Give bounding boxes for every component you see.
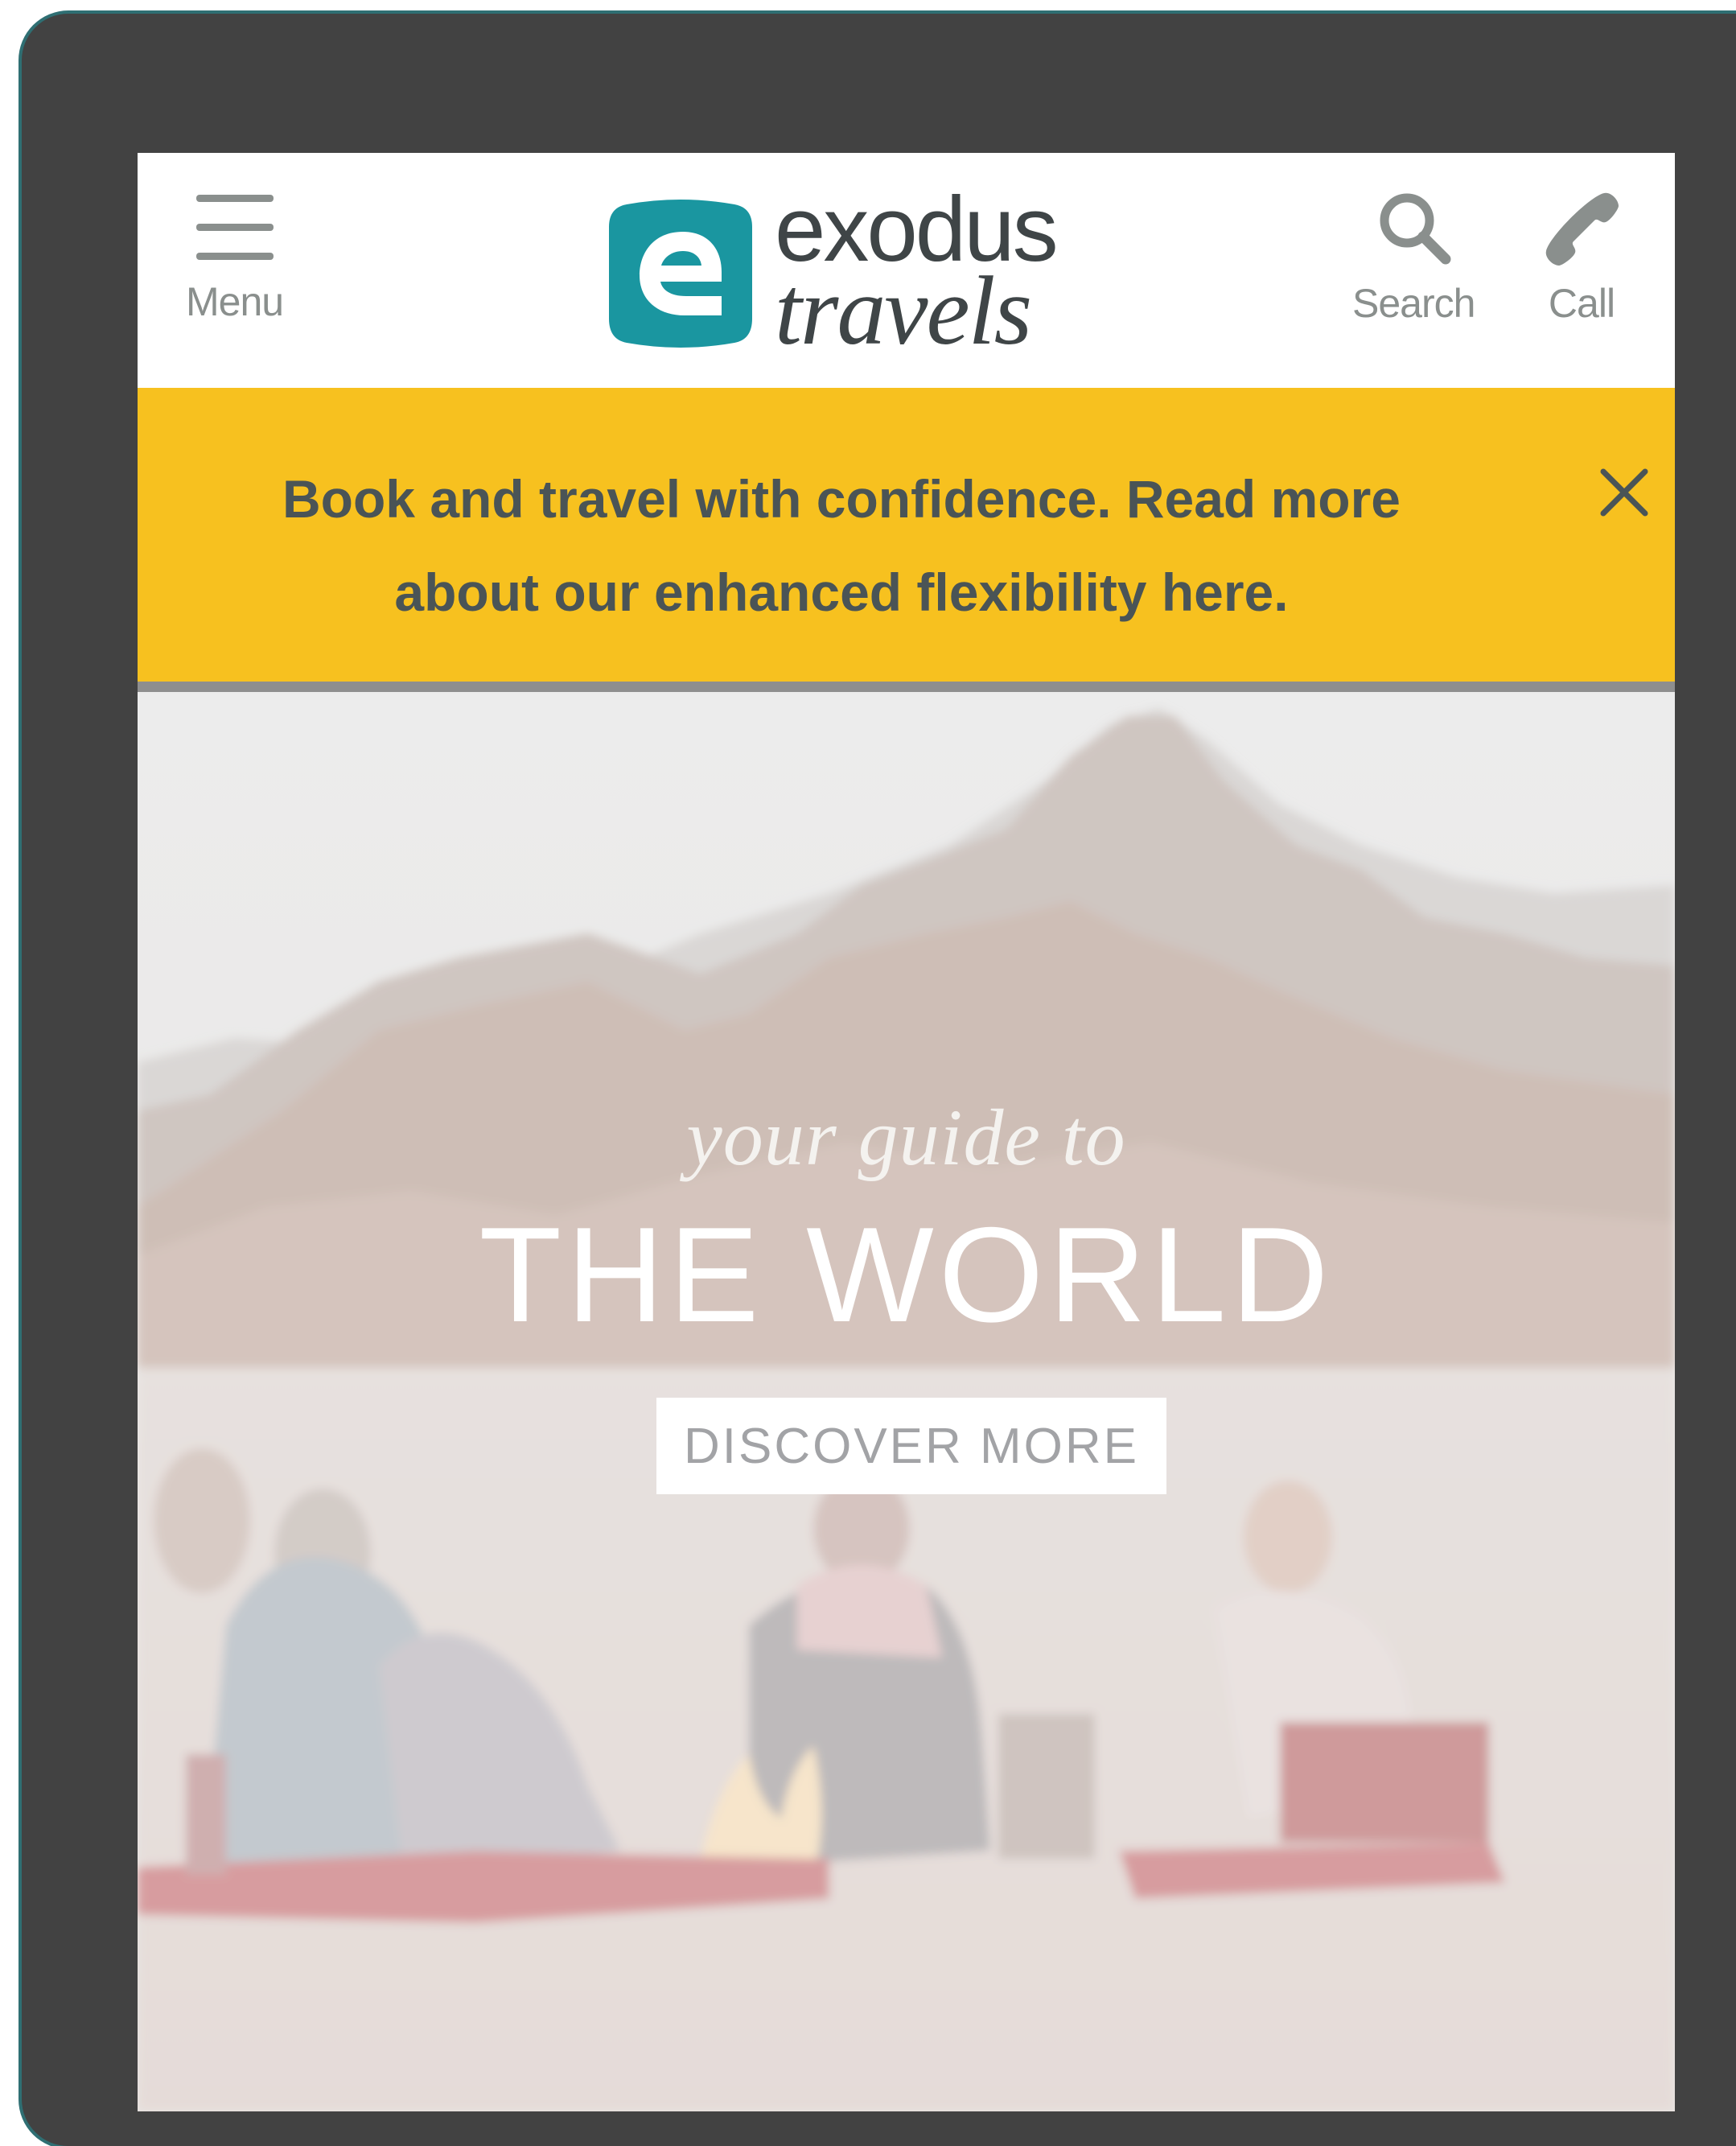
call-button[interactable]: Call: [1541, 188, 1622, 327]
hero-section: your guide to THE WORLD DISCOVER MORE: [138, 692, 1675, 2111]
exodus-e-logo-icon: [609, 199, 752, 348]
menu-button[interactable]: Menu: [186, 192, 284, 325]
search-button[interactable]: Search: [1352, 188, 1475, 327]
site-logo[interactable]: exodus travels: [604, 184, 1059, 365]
hamburger-menu-icon: [195, 195, 274, 260]
search-icon: [1380, 193, 1451, 265]
site-header: Menu exodus travels Search Call: [138, 153, 1675, 388]
phone-icon: [1545, 192, 1619, 266]
banner-message-link[interactable]: Book and travel with confidence. Read mo…: [234, 452, 1449, 639]
menu-label: Menu: [186, 279, 284, 324]
logo-wordmark: exodus travels: [775, 184, 1059, 365]
logo-line-travels: travels: [775, 256, 1032, 365]
hero-tagline: your guide to: [686, 1093, 1126, 1182]
discover-more-button[interactable]: DISCOVER MORE: [656, 1398, 1166, 1494]
call-label: Call: [1548, 281, 1615, 326]
mobile-screen: Menu exodus travels Search Call Book and…: [138, 153, 1675, 2111]
notice-banner: Book and travel with confidence. Read mo…: [138, 388, 1675, 692]
hero-headline: THE WORLD: [479, 1199, 1334, 1350]
close-icon[interactable]: [1592, 460, 1656, 525]
search-label: Search: [1352, 281, 1475, 326]
phone-frame: Menu exodus travels Search Call Book and…: [22, 14, 1736, 2146]
